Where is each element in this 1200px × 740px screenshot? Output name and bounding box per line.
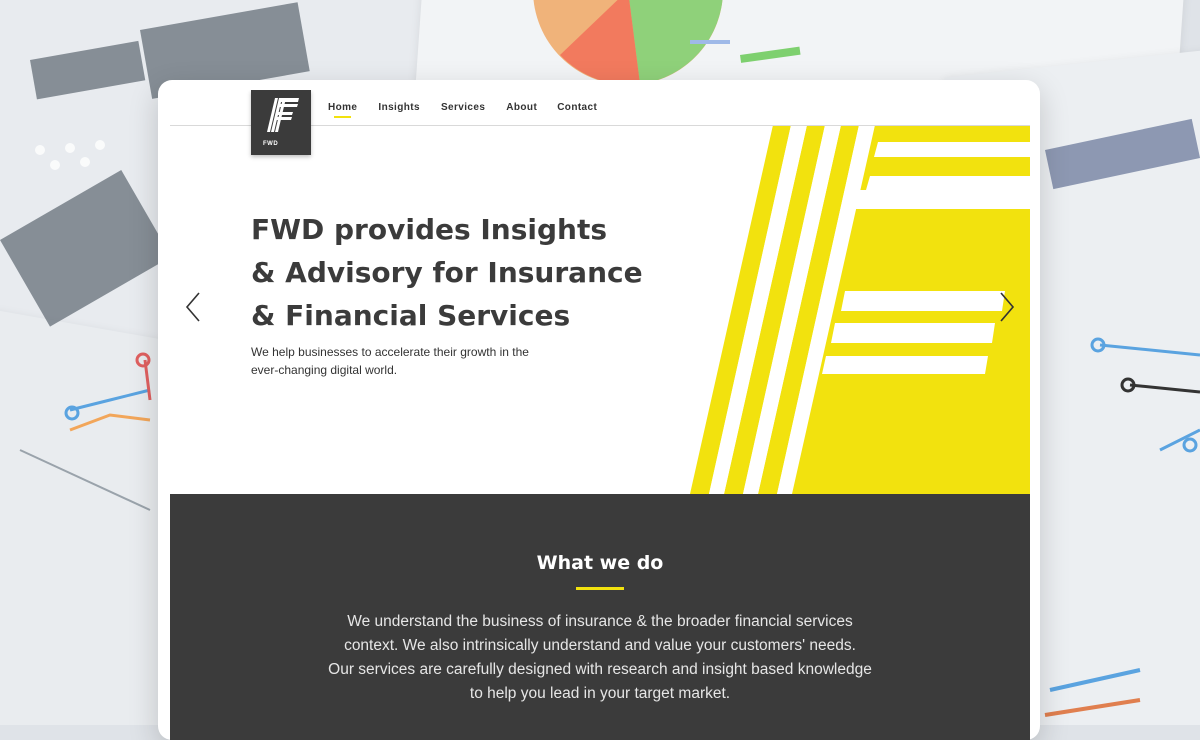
description-line: context. We also intrinsically understan… — [344, 637, 856, 654]
active-nav-indicator — [334, 116, 352, 118]
carousel-prev-button[interactable] — [178, 287, 208, 327]
nav-item-home[interactable]: Home — [328, 90, 357, 125]
section-title: What we do — [536, 552, 664, 574]
nav-item-insights[interactable]: Insights — [378, 90, 420, 125]
section-title-underline — [576, 587, 624, 590]
fwd-logo-mark-icon — [267, 98, 299, 132]
nav-item-about[interactable]: About — [506, 90, 537, 125]
nav-item-label: Contact — [557, 102, 598, 113]
description-line: to help you lead in your target market. — [469, 685, 731, 702]
chevron-right-icon — [1000, 292, 1015, 322]
logo-text: FWD — [263, 141, 279, 147]
hero-title-line: & Financial Services — [251, 299, 571, 332]
nav-item-label: Services — [440, 102, 486, 113]
website-frame: Home Insights Services About Contact FWD… — [158, 80, 1040, 740]
nav-item-label: About — [506, 102, 538, 113]
hero-subtitle-line: ever-changing digital world. — [251, 363, 398, 377]
carousel-next-button[interactable] — [992, 287, 1022, 327]
nav-item-services[interactable]: Services — [441, 90, 485, 125]
fwd-logo[interactable]: FWD — [251, 90, 311, 155]
nav-item-label: Insights — [378, 102, 420, 113]
hero-subtitle: We help businesses to accelerate their g… — [251, 343, 551, 379]
hero-title: FWD provides Insights & Advisory for Ins… — [251, 208, 711, 337]
description-line: We understand the business of insurance … — [347, 613, 853, 630]
hero-title-line: FWD provides Insights — [251, 213, 608, 246]
what-we-do-section: What we do We understand the business of… — [170, 494, 1030, 740]
hero-subtitle-line: We help businesses to accelerate their g… — [251, 345, 529, 359]
nav-menu: Home Insights Services About Contact — [328, 90, 597, 125]
website-viewport: Home Insights Services About Contact FWD… — [170, 90, 1030, 740]
hero-title-line: & Advisory for Insurance — [251, 256, 643, 289]
description-line: Our services are carefully designed with… — [328, 661, 872, 678]
hero-banner: FWD provides Insights & Advisory for Ins… — [170, 125, 1030, 494]
chevron-left-icon — [185, 292, 200, 322]
section-description: We understand the business of insurance … — [310, 610, 890, 706]
nav-item-contact[interactable]: Contact — [557, 90, 597, 125]
nav-item-label: Home — [328, 102, 358, 113]
